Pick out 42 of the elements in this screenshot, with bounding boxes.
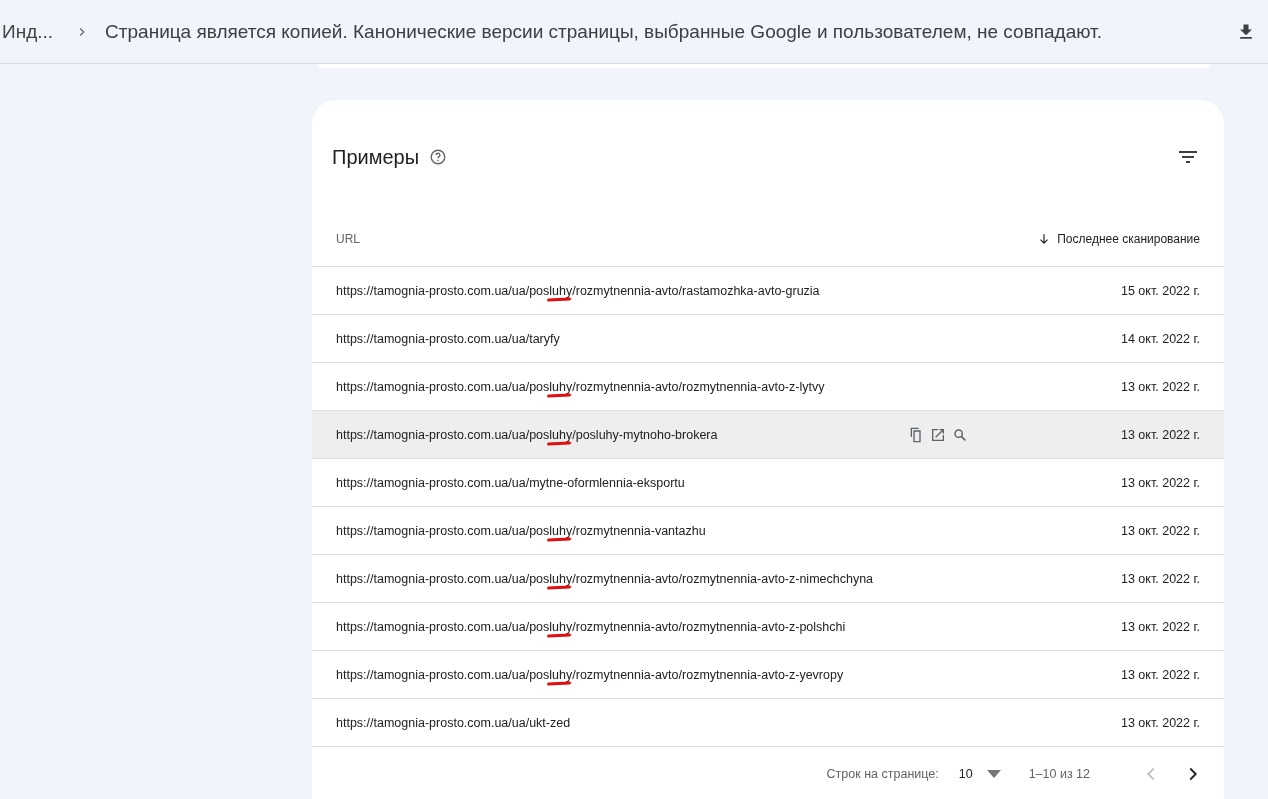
url-cell: https://tamognia-prosto.com.ua/ua/posluhy/rozmytnennia-avto/rozmytnennia-avto-z-nimechchyna <box>336 571 874 586</box>
page-title: Страница является копией. Канонические версии страницы, выбранные Google и пользователем, не совпадают. <box>105 20 1103 43</box>
caret-icon <box>986 770 1001 778</box>
column-header[interactable]: URL <box>336 232 360 246</box>
column-header[interactable]: Последнее сканирование <box>1037 232 1200 246</box>
date-cell: 13 окт. 2022 г. <box>1121 667 1200 682</box>
table-row[interactable]: https://tamognia-prosto.com.ua/ua/posluhy/rozmytnennia-avto/rozmytnennia-avto-z-nimechchyna 13 окт. 2022 г. <box>312 555 1224 603</box>
table-row[interactable]: https://tamognia-prosto.com.ua/ua/posluhy/rozmytnennia-avto/rozmytnennia-avto-z-polshchi 13 окт. 2022 г. <box>312 603 1224 651</box>
url-cell: https://tamognia-prosto.com.ua/ua/taryfy <box>336 331 560 346</box>
date-cell: 13 окт. 2022 г. <box>1121 715 1200 730</box>
table-row[interactable]: https://tamognia-prosto.com.ua/ua/posluhy/rozmytnennia-vantazhu 13 окт. 2022 г. <box>312 507 1224 555</box>
url-cell: https://tamognia-prosto.com.ua/ua/posluhy/rozmytnennia-avto/rozmytnennia-avto-z-lytvy <box>336 379 825 394</box>
open-external-icon[interactable] <box>930 426 946 443</box>
url-cell: https://tamognia-prosto.com.ua/ua/posluhy/posluhy-mytnoho-brokera <box>336 427 718 442</box>
rows-per-page-dropdown[interactable]: 10 <box>958 767 1001 781</box>
date-cell: 13 окт. 2022 г. <box>1121 523 1200 538</box>
table-row[interactable]: https://tamognia-prosto.com.ua/ua/posluhy/rozmytnennia-avto/rozmytnennia-avto-z-yevropy 13 окт. 2022 г. <box>312 651 1224 699</box>
rows-per-page-label: Строк на странице: <box>826 767 939 781</box>
card-title: Примеры <box>332 145 420 169</box>
date-cell: 15 окт. 2022 г. <box>1121 283 1200 298</box>
url-cell: https://tamognia-prosto.com.ua/ua/posluhy/rozmytnennia-avto/rozmytnennia-avto-z-yevropy <box>336 667 844 682</box>
table-row[interactable]: https://tamognia-prosto.com.ua/ua/posluhy/posluhy-mytnoho-brokera 13 окт. 2022 г. <box>312 411 1224 459</box>
date-cell: 13 окт. 2022 г. <box>1121 475 1200 490</box>
table-row[interactable]: https://tamognia-prosto.com.ua/ua/taryfy 14 окт. 2022 г. <box>312 315 1224 363</box>
date-cell: 13 окт. 2022 г. <box>1121 427 1200 442</box>
breadcrumb-link[interactable]: Инд... <box>2 20 54 43</box>
table-row[interactable]: https://tamognia-prosto.com.ua/ua/posluhy/rozmytnennia-avto/rastamozhka-avto-gruzia 15 окт. 2022 г. <box>312 267 1224 315</box>
date-cell: 14 окт. 2022 г. <box>1121 331 1200 346</box>
table-row[interactable]: https://tamognia-prosto.com.ua/ua/ukt-zed 13 окт. 2022 г. <box>312 699 1224 747</box>
url-cell: https://tamognia-prosto.com.ua/ua/ukt-zed <box>336 715 571 730</box>
table-row[interactable]: https://tamognia-prosto.com.ua/ua/mytne-oformlennia-eksportu 13 окт. 2022 г. <box>312 459 1224 507</box>
date-cell: 13 окт. 2022 г. <box>1121 619 1200 634</box>
search-icon[interactable] <box>952 426 968 443</box>
url-cell: https://tamognia-prosto.com.ua/ua/posluhy/rozmytnennia-vantazhu <box>336 523 706 538</box>
url-cell: https://tamognia-prosto.com.ua/ua/posluhy/rozmytnennia-avto/rozmytnennia-avto-z-polshchi <box>336 619 846 634</box>
url-cell: https://tamognia-prosto.com.ua/ua/mytne-oformlennia-eksportu <box>336 475 685 490</box>
help-icon[interactable] <box>429 148 448 166</box>
page-range: 1–10 из 12 <box>1028 767 1090 781</box>
date-cell: 13 окт. 2022 г. <box>1121 571 1200 586</box>
date-cell: 13 окт. 2022 г. <box>1121 379 1200 394</box>
copy-icon[interactable] <box>908 426 924 443</box>
url-cell: https://tamognia-prosto.com.ua/ua/posluhy/rozmytnennia-avto/rastamozhka-avto-gruzia <box>336 283 820 298</box>
